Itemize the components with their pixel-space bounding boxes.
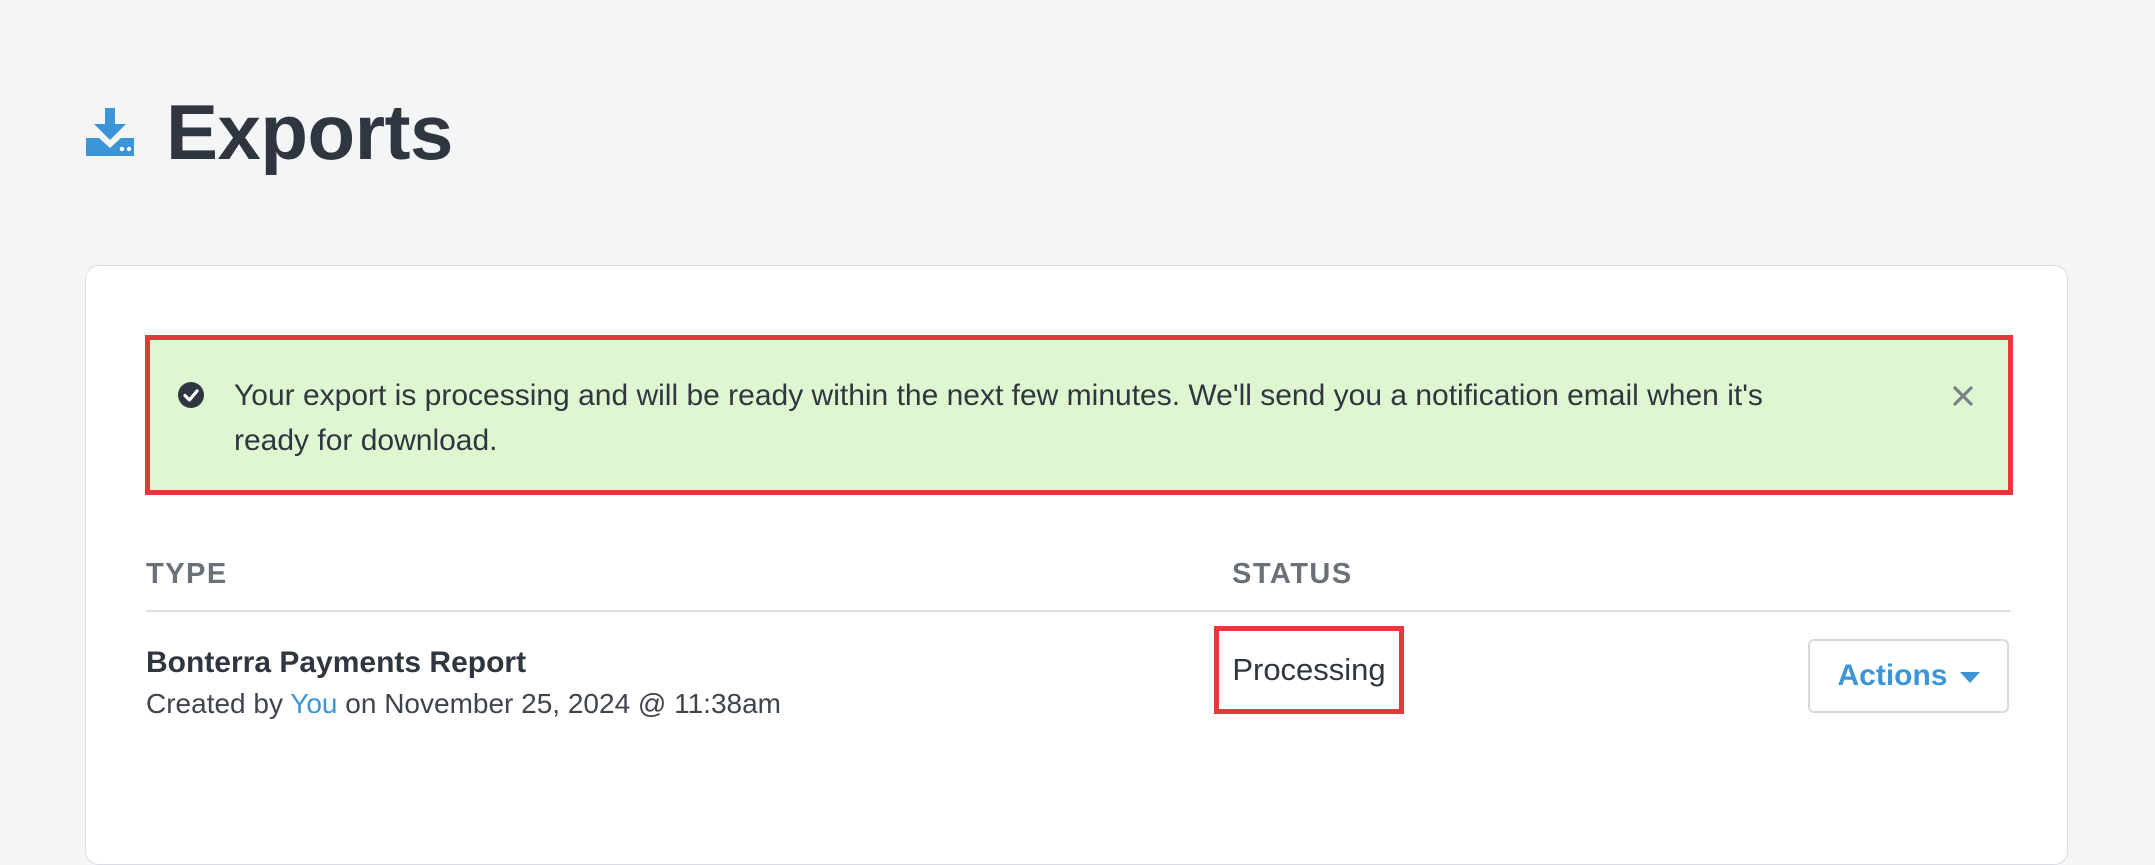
exports-card: Your export is processing and will be re… bbox=[85, 265, 2068, 865]
status-cell: Processing bbox=[1214, 626, 1404, 714]
created-prefix: Created by bbox=[146, 688, 283, 719]
check-circle-icon bbox=[177, 381, 205, 409]
close-icon[interactable] bbox=[1950, 383, 1976, 409]
table-header: TYPE STATUS bbox=[146, 558, 2011, 612]
created-date: on November 25, 2024 @ 11:38am bbox=[345, 688, 782, 719]
table-row: Bonterra Payments Report Created by You … bbox=[146, 626, 2011, 766]
column-header-type: TYPE bbox=[146, 558, 228, 590]
alert-message: Your export is processing and will be re… bbox=[234, 379, 1763, 457]
report-created-meta: Created by You on November 25, 2024 @ 11… bbox=[146, 688, 781, 720]
created-by-link[interactable]: You bbox=[290, 688, 337, 719]
caret-down-icon bbox=[1959, 671, 1980, 683]
export-processing-alert: Your export is processing and will be re… bbox=[145, 335, 2013, 495]
actions-button[interactable]: Actions bbox=[1808, 639, 2009, 713]
column-header-status: STATUS bbox=[1232, 558, 1353, 590]
actions-label: Actions bbox=[1837, 659, 1948, 692]
report-name: Bonterra Payments Report bbox=[146, 646, 527, 679]
page-header: Exports bbox=[84, 82, 453, 182]
status-badge: Processing bbox=[1232, 652, 1386, 687]
download-icon bbox=[84, 106, 136, 158]
page-title: Exports bbox=[166, 87, 453, 176]
